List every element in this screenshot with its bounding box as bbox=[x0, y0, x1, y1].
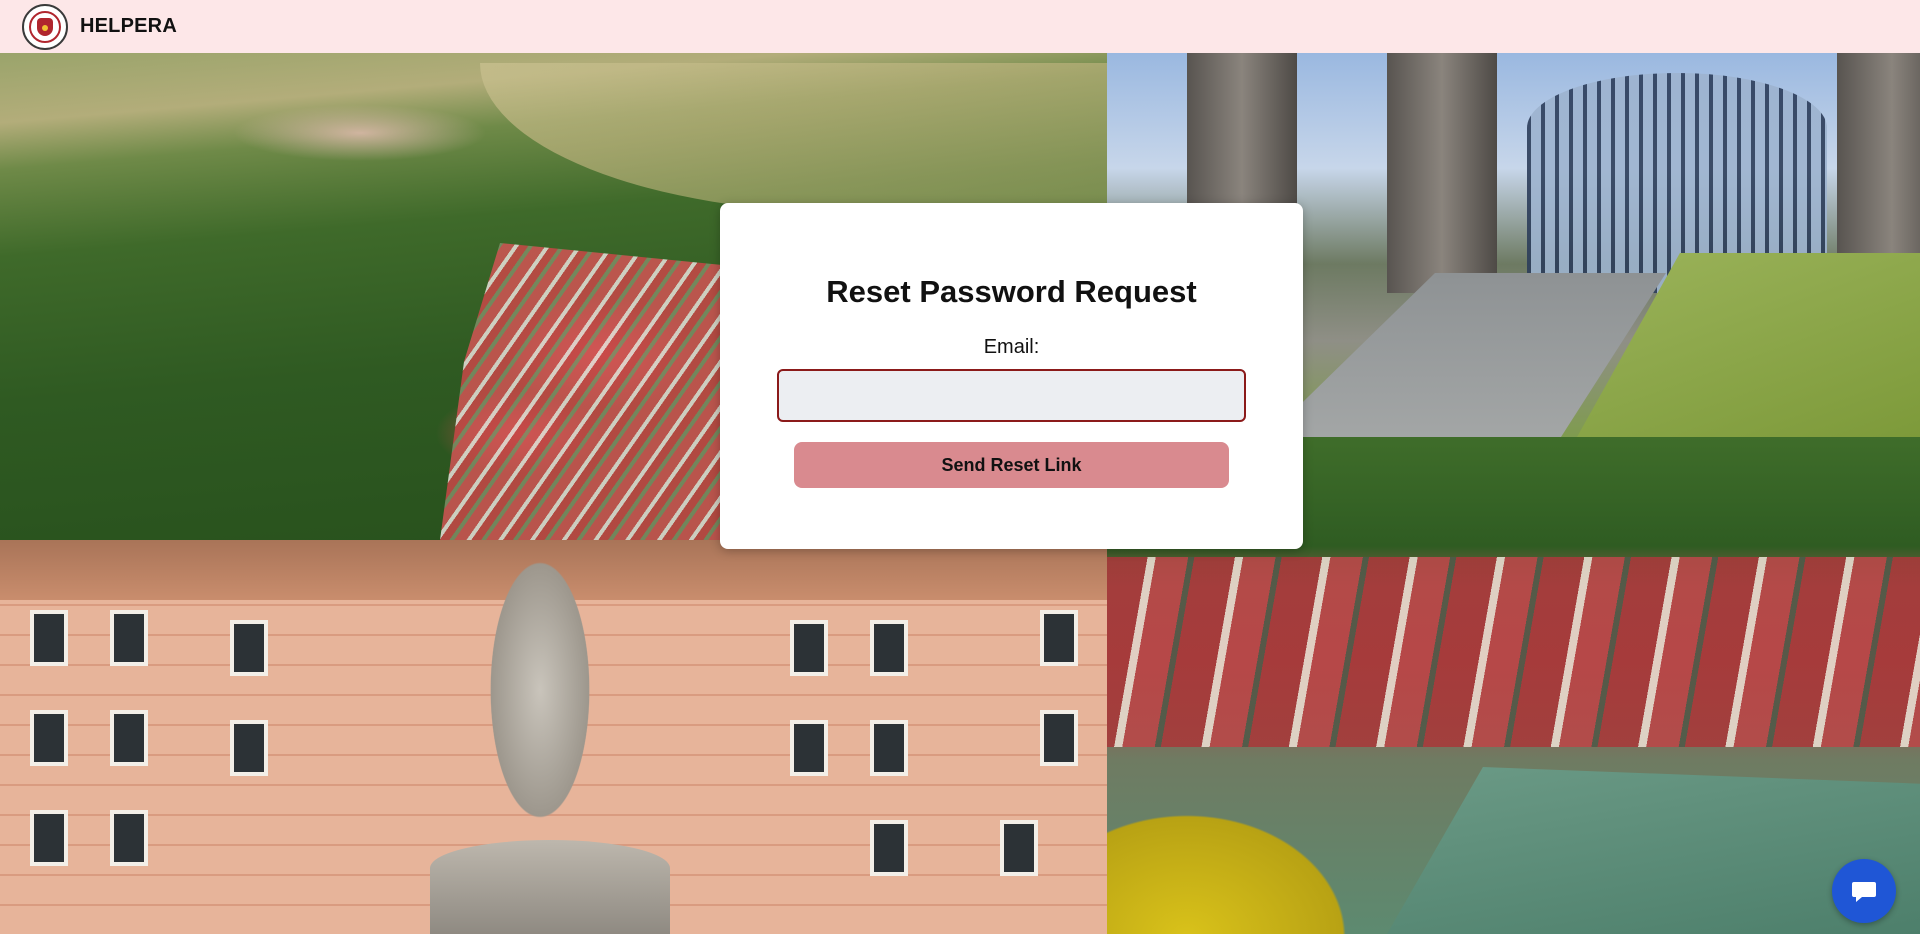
building-window bbox=[790, 620, 828, 676]
building-window bbox=[110, 710, 148, 766]
brand-name[interactable]: HELPERA bbox=[80, 15, 177, 38]
chat-bubble-icon bbox=[1852, 882, 1876, 902]
building-window bbox=[870, 620, 908, 676]
building-window bbox=[790, 720, 828, 776]
building-window bbox=[230, 720, 268, 776]
building-window bbox=[230, 620, 268, 676]
top-navbar: HELPERA bbox=[0, 0, 1920, 53]
fountain-base bbox=[430, 840, 670, 934]
email-label: Email: bbox=[983, 336, 1040, 358]
chat-button[interactable] bbox=[1832, 859, 1896, 923]
page-title: Reset Password Request bbox=[826, 274, 1197, 309]
building-window bbox=[870, 720, 908, 776]
photo-hills bbox=[480, 63, 1107, 213]
building-window bbox=[30, 710, 68, 766]
building-window bbox=[1000, 820, 1038, 876]
building-window bbox=[30, 810, 68, 866]
yellow-bush bbox=[1107, 717, 1407, 934]
building-window bbox=[110, 610, 148, 666]
building-window bbox=[1040, 710, 1078, 766]
building-window bbox=[1040, 610, 1078, 666]
photo-village-roofs bbox=[440, 243, 740, 540]
photo-building-statue bbox=[0, 540, 1107, 934]
building-window bbox=[30, 610, 68, 666]
logo-crest-dot bbox=[42, 24, 48, 31]
reset-password-card: Reset Password Request Email: Send Reset… bbox=[720, 203, 1303, 549]
gate-pillar-middle bbox=[1387, 53, 1497, 293]
building-window bbox=[870, 820, 908, 876]
building-window bbox=[110, 810, 148, 866]
brand-logo[interactable] bbox=[22, 3, 68, 50]
email-input[interactable] bbox=[777, 369, 1246, 422]
send-reset-link-button[interactable]: Send Reset Link bbox=[794, 442, 1229, 488]
